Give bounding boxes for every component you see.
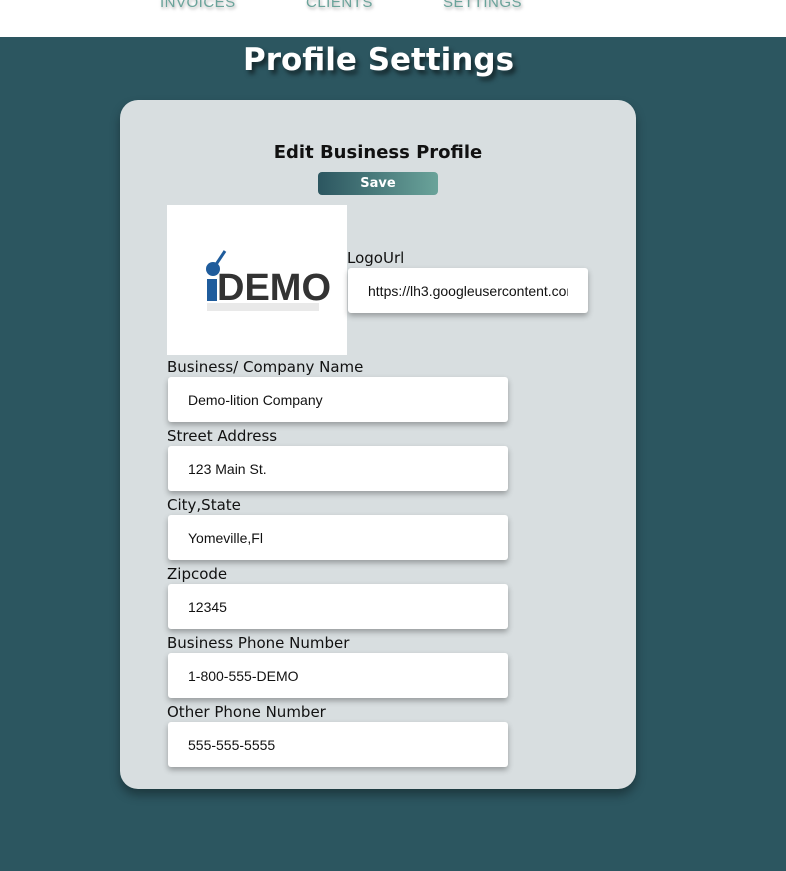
zipcode-label: Zipcode	[167, 565, 228, 583]
edit-profile-card: Edit Business Profile Save DEMO LogoUrl …	[120, 100, 636, 789]
card-title: Edit Business Profile	[273, 142, 483, 163]
logo-url-label: LogoUrl	[347, 249, 405, 267]
city-state-label: City,State	[167, 496, 241, 514]
logo-url-input[interactable]	[348, 268, 588, 313]
other-phone-label: Other Phone Number	[167, 703, 326, 721]
business-phone-input[interactable]	[168, 653, 508, 698]
demo-logo-icon: DEMO	[206, 250, 331, 311]
street-address-label: Street Address	[167, 427, 278, 445]
save-button[interactable]: Save	[318, 172, 438, 195]
nav-link-invoices[interactable]: INVOICES	[160, 0, 236, 11]
logo-image: DEMO	[167, 205, 347, 355]
city-state-input[interactable]	[168, 515, 508, 560]
logo-text: DEMO	[217, 267, 331, 309]
other-phone-input[interactable]	[168, 722, 508, 767]
street-address-input[interactable]	[168, 446, 508, 491]
business-phone-label: Business Phone Number	[167, 634, 350, 652]
page-title: Profile Settings	[242, 42, 515, 78]
business-name-input[interactable]	[168, 377, 508, 422]
nav-link-clients[interactable]: CLIENTS	[306, 0, 373, 11]
top-nav-bar: INVOICES CLIENTS SETTINGS	[0, 0, 786, 37]
zipcode-input[interactable]	[168, 584, 508, 629]
nav-link-settings[interactable]: SETTINGS	[443, 0, 522, 11]
business-name-label: Business/ Company Name	[167, 358, 364, 376]
